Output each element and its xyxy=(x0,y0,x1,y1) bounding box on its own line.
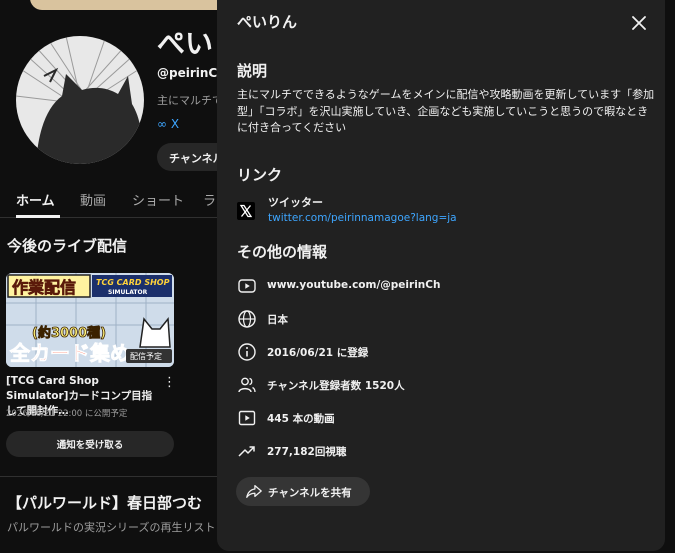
info-text: 2016/06/21 に登録 xyxy=(267,347,369,359)
trending-icon xyxy=(238,446,255,457)
info-row-views: 277,182回視聴 xyxy=(237,441,637,461)
thumb-logo-sub: SIMULATOR xyxy=(108,289,148,296)
more-vert-icon[interactable]: ⋮ xyxy=(163,375,176,390)
link-snippet-label: X xyxy=(170,117,180,131)
other-info-heading: その他の情報 xyxy=(237,243,328,261)
share-icon xyxy=(246,484,262,498)
share-button-label: チャンネルを共有 xyxy=(268,487,352,499)
link-url[interactable]: twitter.com/peirinnamagoe?lang=ja xyxy=(268,212,457,224)
playlist-title[interactable]: 【パルワールド】春日部つむ xyxy=(7,492,202,513)
share-channel-button[interactable]: チャンネルを共有 xyxy=(236,477,370,506)
about-dialog: ぺいりん 説明 主にマルチでできるようなゲームをメインに配信や攻略動画を更新して… xyxy=(217,0,665,551)
links-heading: リンク xyxy=(237,166,283,184)
avatar-cat-drawing xyxy=(16,36,144,164)
thumb-text-top: 作業配信 xyxy=(12,278,76,297)
close-button[interactable] xyxy=(627,11,651,35)
info-row-videos: 445 本の動画 xyxy=(237,408,637,428)
active-tab-underline xyxy=(16,215,60,218)
thumb-text-bottom: 全カード集め xyxy=(9,341,130,365)
channel-link-snippet[interactable]: ∞ X xyxy=(157,117,179,131)
globe-icon xyxy=(238,310,256,328)
upcoming-live-heading: 今後のライブ配信 xyxy=(7,237,128,255)
thumb-badge: 配信予定 xyxy=(130,351,162,361)
info-text: チャンネル登録者数 1520人 xyxy=(267,380,405,392)
video-schedule: 2026/06/21 22:00 に公開予定 xyxy=(6,409,128,419)
channel-description: 主にマルチでできるようなゲームをメインに配信や攻略動画を更新しています「参加型」… xyxy=(237,88,655,134)
section-divider xyxy=(0,476,217,477)
link-name: ツイッター xyxy=(268,196,323,209)
notify-button[interactable]: 通知を受け取る xyxy=(6,431,174,457)
info-icon xyxy=(238,343,256,361)
info-row-joined: 2016/06/21 に登録 xyxy=(237,342,637,362)
channel-avatar[interactable] xyxy=(16,36,144,164)
close-icon xyxy=(632,16,646,30)
info-text: 277,182回視聴 xyxy=(267,446,347,458)
description-heading: 説明 xyxy=(237,62,268,80)
dialog-title: ぺいりん xyxy=(237,13,298,31)
info-text: 445 本の動画 xyxy=(267,413,335,425)
video-thumbnail[interactable]: 作業配信 TCG CARD SHOP SIMULATOR (約3000種) 全カ… xyxy=(6,273,174,367)
channel-tabs: ホーム 動画 ショート ラ xyxy=(0,180,217,218)
thumbnail-art: 作業配信 TCG CARD SHOP SIMULATOR (約3000種) 全カ… xyxy=(6,273,174,367)
info-text: 日本 xyxy=(267,314,288,326)
info-row-url: www.youtube.com/@peirinCh xyxy=(237,276,637,296)
link-chain-icon: ∞ xyxy=(157,117,171,131)
info-row-subscribers: チャンネル登録者数 1520人 xyxy=(237,375,637,395)
youtube-play-icon xyxy=(238,279,256,293)
x-logo-icon xyxy=(237,202,255,220)
playlist-description: パルワールドの実況シリーズの再生リスト xyxy=(7,521,216,534)
tab-videos[interactable]: 動画 xyxy=(80,190,106,209)
info-row-country: 日本 xyxy=(237,309,637,329)
thumb-logo: TCG CARD SHOP xyxy=(96,278,170,287)
subscribers-icon xyxy=(238,377,256,393)
info-text[interactable]: www.youtube.com/@peirinCh xyxy=(267,279,440,291)
tab-shorts[interactable]: ショート xyxy=(132,190,184,209)
thumb-text-mid: (約3000種) xyxy=(32,325,106,341)
tab-home[interactable]: ホーム xyxy=(16,190,55,209)
video-icon xyxy=(238,410,256,426)
tab-live[interactable]: ラ xyxy=(203,190,216,209)
